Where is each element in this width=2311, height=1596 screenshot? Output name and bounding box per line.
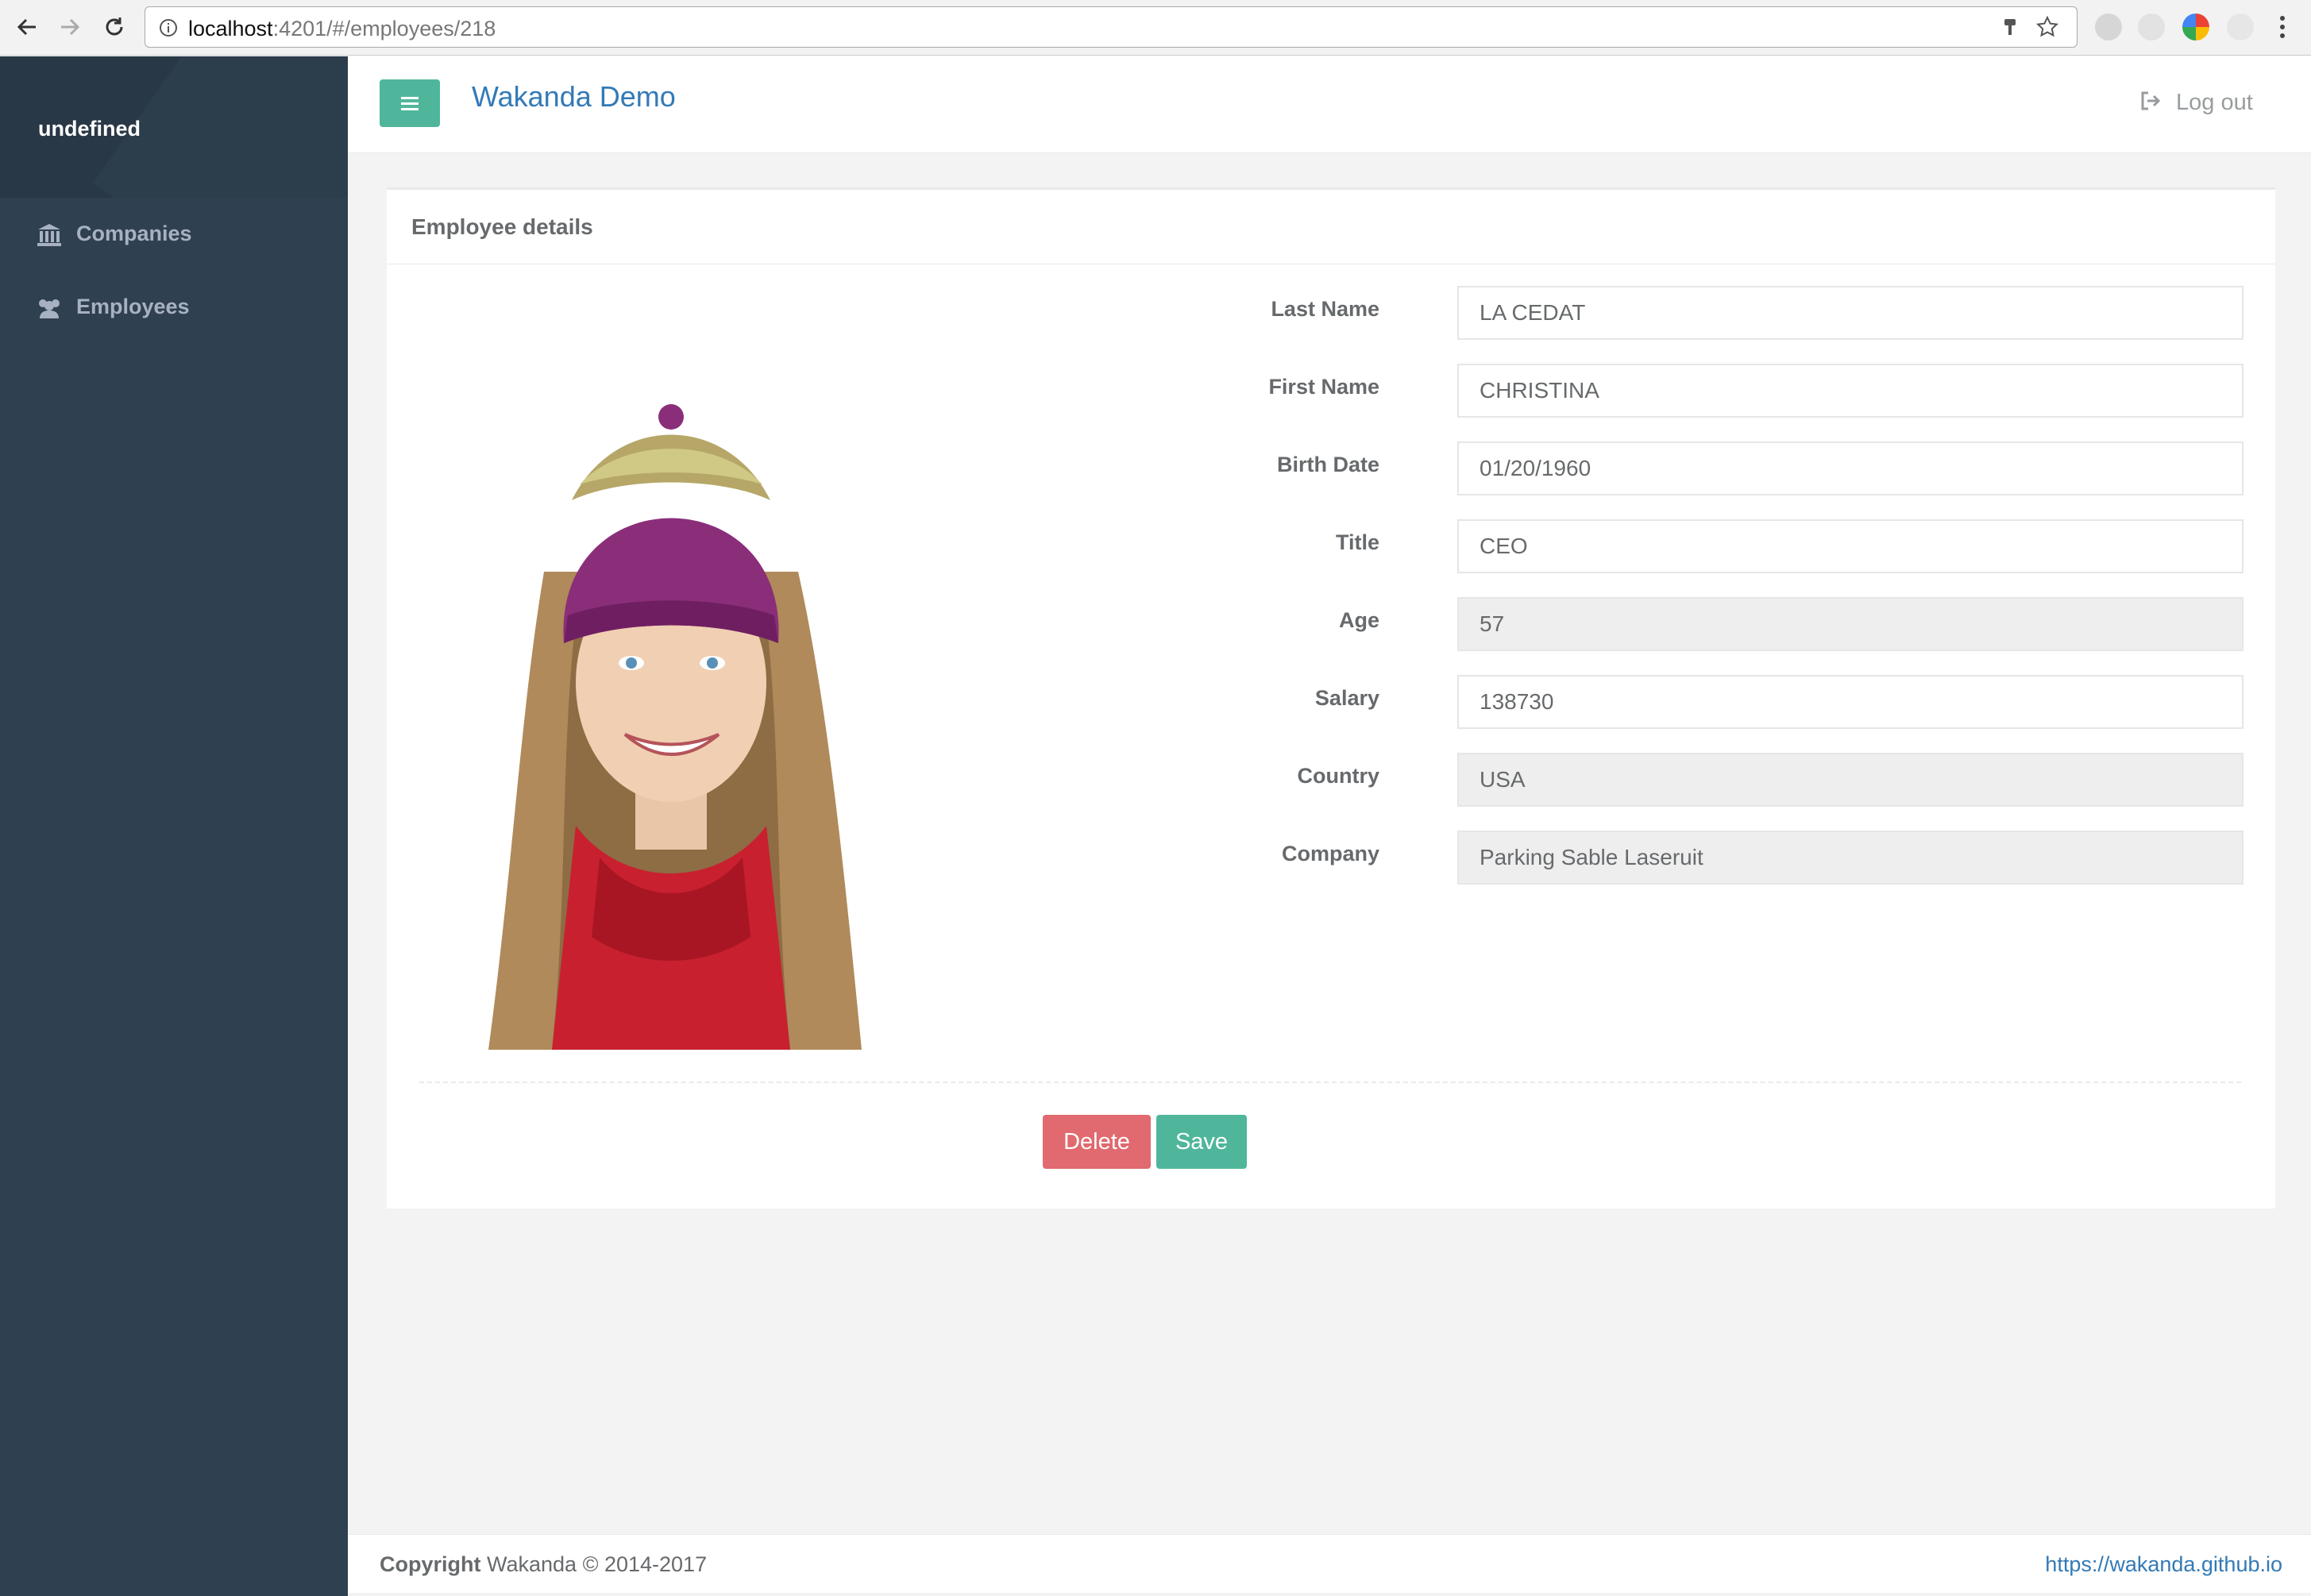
first-name-label: First Name [1268,375,1379,399]
panel-title: Employee details [411,214,593,239]
title-input[interactable] [1457,519,2243,573]
address-bar[interactable]: localhost:4201/#/employees/218 [145,6,2078,48]
form-row-age: Age [1223,597,2243,653]
forward-icon[interactable] [54,11,86,43]
reload-icon[interactable] [98,11,130,43]
sidebar-item-label: Companies [76,222,192,245]
brand-link[interactable]: Wakanda Demo [472,80,676,114]
company-label: Company [1281,842,1379,865]
logout-label: Log out [2176,90,2253,115]
form-row-last-name: Last Name [1223,286,2243,341]
browser-menu-icon[interactable] [2278,14,2287,44]
copyright-rest: Wakanda © 2014-2017 [480,1552,708,1576]
footer-link[interactable]: https://wakanda.github.io [2045,1552,2282,1577]
extension-icon[interactable] [2138,13,2165,40]
company-input [1457,831,2243,885]
top-navbar: Wakanda Demo Log out [348,56,2311,153]
form-row-title: Title [1223,519,2243,575]
form-row-birth-date: Birth Date [1223,441,2243,497]
sidebar-item-label: Employees [76,295,190,318]
hamburger-icon [401,97,419,110]
key-icon[interactable] [1999,16,2021,42]
last-name-label: Last Name [1271,297,1379,321]
extension-icon[interactable] [2095,13,2122,40]
extension-icon[interactable] [2227,13,2254,40]
sidebar-item-companies[interactable]: Companies [0,199,348,271]
logout-button[interactable]: Log out [2139,90,2253,116]
form-row-company: Company [1223,831,2243,886]
employee-photo [417,381,925,1050]
form-row-salary: Salary [1223,675,2243,731]
form-row-country: Country [1223,753,2243,808]
sidebar-item-employees[interactable]: Employees [0,272,348,344]
chrome-extension-icon[interactable] [2182,13,2209,40]
salary-input[interactable] [1457,675,2243,729]
menu-toggle-button[interactable] [380,79,440,127]
sign-out-icon [2139,91,2162,115]
sidebar-profile-header: undefined [0,56,348,198]
footer: Copyright Wakanda © 2014-2017 https://wa… [348,1534,2311,1593]
country-input [1457,753,2243,807]
profile-name[interactable]: undefined [38,117,141,141]
first-name-input[interactable] [1457,364,2243,418]
browser-toolbar: localhost:4201/#/employees/218 [0,0,2311,56]
birth-date-input[interactable] [1457,441,2243,495]
sidebar: undefined Companies Employees [0,56,348,1596]
age-label: Age [1338,608,1379,632]
bookmark-star-icon[interactable] [2035,15,2059,43]
country-label: Country [1297,764,1380,788]
form-row-first-name: First Name [1223,364,2243,419]
birth-date-label: Birth Date [1276,453,1379,476]
salary-label: Salary [1314,686,1379,710]
url-text: localhost:4201/#/employees/218 [188,17,496,40]
panel-header: Employee details [387,190,2275,264]
form-divider [419,1081,2241,1083]
last-name-input[interactable] [1457,286,2243,340]
save-button[interactable]: Save [1156,1115,1247,1169]
bank-icon [37,223,62,247]
delete-button[interactable]: Delete [1043,1115,1151,1169]
back-icon[interactable] [11,11,43,43]
users-icon [37,296,62,320]
info-icon [158,17,179,42]
age-input [1457,597,2243,651]
copyright-text: Copyright Wakanda © 2014-2017 [380,1552,707,1577]
title-label: Title [1335,530,1379,554]
copyright-bold: Copyright [380,1552,481,1576]
